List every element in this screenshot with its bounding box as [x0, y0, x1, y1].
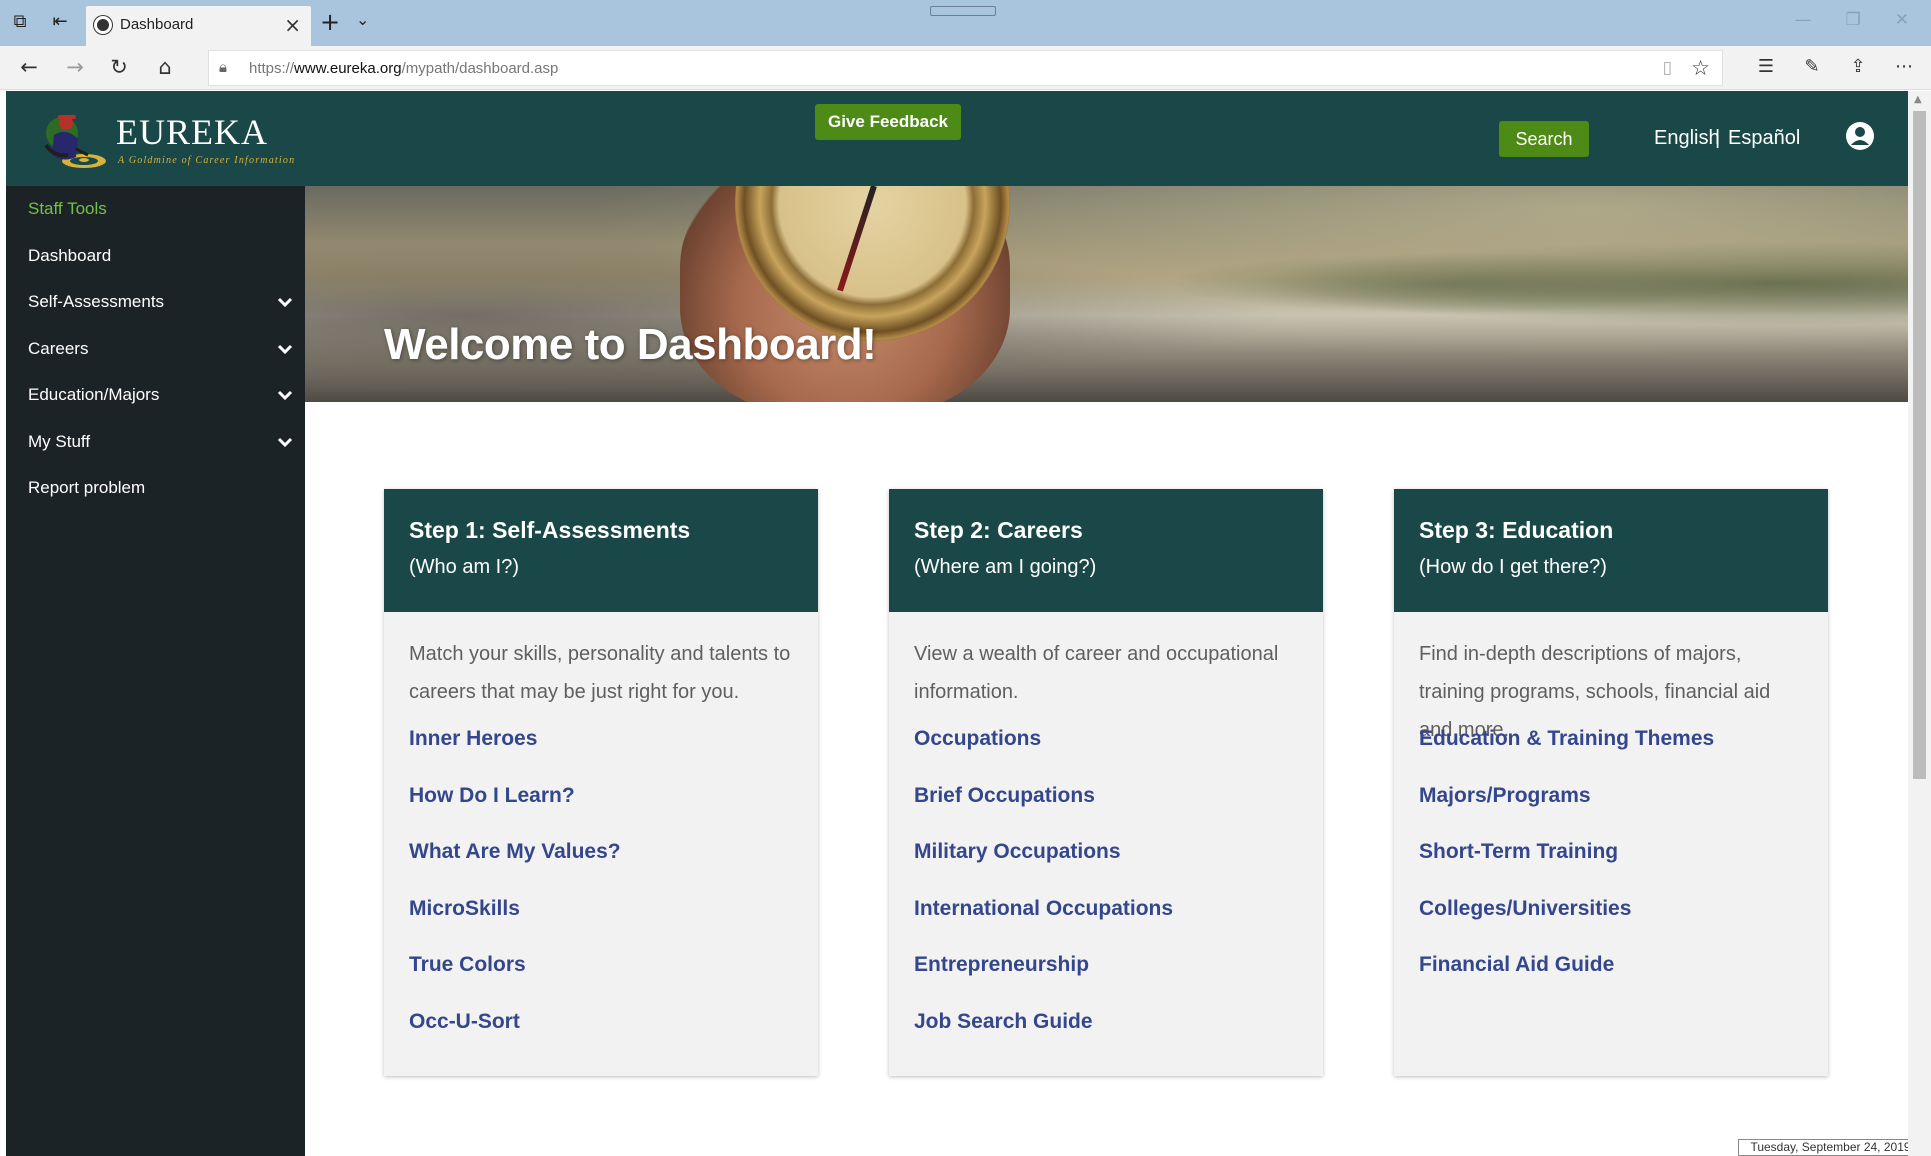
sidebar-item-label: Careers	[28, 339, 89, 358]
browser-tab-bar: ⧉ ⇤ Dashboard × + ⌄ — ❐ ✕	[0, 0, 1931, 46]
set-aside-tabs-icon[interactable]: ⇤	[46, 8, 74, 36]
sidebar-item-education-majors[interactable]: Education/Majors	[28, 380, 293, 410]
browser-nav-bar: ← → ↻ ⌂ 🔒︎ https://www.eureka.org/mypath…	[0, 46, 1931, 90]
link-occupations[interactable]: Occupations	[914, 727, 1041, 751]
link-what-are-my-values[interactable]: What Are My Values?	[409, 840, 621, 864]
home-icon[interactable]: ⌂	[150, 52, 180, 82]
sidebar-item-self-assessments[interactable]: Self-Assessments	[28, 287, 293, 317]
address-bar[interactable]: 🔒︎ https://www.eureka.org/mypath/dashboa…	[208, 50, 1723, 86]
link-colleges-universities[interactable]: Colleges/Universities	[1419, 897, 1631, 921]
sidebar-item-label: Staff Tools	[28, 199, 107, 218]
tab-title: Dashboard	[120, 16, 194, 33]
link-financial-aid-guide[interactable]: Financial Aid Guide	[1419, 953, 1614, 977]
refresh-icon[interactable]: ↻	[104, 52, 134, 82]
scroll-up-icon[interactable]: ▲	[1914, 94, 1922, 105]
card-subtitle: (Where am I going?)	[914, 556, 1097, 578]
hero-banner: Welcome to Dashboard!	[305, 186, 1908, 402]
chevron-down-icon	[277, 297, 293, 308]
user-account-icon[interactable]	[1845, 121, 1875, 151]
sidebar-item-label: My Stuff	[28, 432, 91, 451]
link-brief-occupations[interactable]: Brief Occupations	[914, 784, 1095, 808]
chevron-down-icon	[277, 437, 293, 448]
date-display: Tuesday, September 24, 2019	[1738, 1139, 1923, 1156]
link-majors-programs[interactable]: Majors/Programs	[1419, 784, 1591, 808]
link-microskills[interactable]: MicroSkills	[409, 897, 520, 921]
card-description: Match your skills, personality and talen…	[409, 643, 791, 703]
card-title: Step 2: Careers	[914, 517, 1083, 543]
card-description: View a wealth of career and occupational…	[914, 643, 1279, 703]
search-button[interactable]: Search	[1499, 121, 1589, 157]
chevron-down-icon	[277, 344, 293, 355]
window-drag-handle[interactable]	[930, 6, 996, 16]
step-card-education: Step 3: Education (How do I get there?) …	[1394, 489, 1828, 1076]
card-subtitle: (How do I get there?)	[1419, 556, 1607, 578]
sidebar-nav: Staff Tools Dashboard Self-Assessments C…	[6, 186, 305, 1156]
minimize-icon[interactable]: —	[1795, 10, 1812, 30]
back-arrow-icon[interactable]: ←	[14, 52, 44, 82]
share-icon[interactable]: ⇪	[1845, 54, 1871, 80]
tab-close-icon[interactable]: ×	[284, 13, 301, 37]
tab-actions-icon[interactable]: ⧉	[6, 8, 34, 36]
tab-list-chevron-icon[interactable]: ⌄	[356, 10, 369, 29]
sidebar-item-staff-tools[interactable]: Staff Tools	[28, 194, 293, 224]
prospector-logo-icon	[44, 115, 106, 168]
sidebar-item-dashboard[interactable]: Dashboard	[28, 241, 293, 271]
link-short-term-training[interactable]: Short-Term Training	[1419, 840, 1618, 864]
favorite-star-icon[interactable]: ☆	[1691, 56, 1710, 80]
give-feedback-button[interactable]: Give Feedback	[815, 104, 961, 140]
sidebar-item-my-stuff[interactable]: My Stuff	[28, 427, 293, 457]
step-card-self-assessments: Step 1: Self-Assessments (Who am I?) Mat…	[384, 489, 818, 1076]
sidebar-item-label: Report problem	[28, 478, 146, 497]
url-text: https://www.eureka.org/mypath/dashboard.…	[249, 60, 559, 77]
page-scrollbar[interactable]: ▲	[1908, 91, 1931, 1156]
scrollbar-thumb[interactable]	[1913, 111, 1926, 779]
card-header: Step 1: Self-Assessments (Who am I?)	[384, 489, 818, 612]
eureka-logo[interactable]: EUREKA A Goldmine of Career Information	[36, 105, 296, 171]
lock-icon: 🔒︎	[219, 58, 227, 76]
sidebar-item-label: Education/Majors	[28, 385, 160, 404]
reading-view-icon[interactable]: ▯	[1663, 58, 1672, 78]
language-english-link[interactable]: English	[1654, 127, 1720, 150]
site-favicon-icon	[94, 16, 112, 34]
pen-notes-icon[interactable]: ✎	[1799, 54, 1825, 80]
link-military-occupations[interactable]: Military Occupations	[914, 840, 1121, 864]
favorites-list-icon[interactable]: ☰	[1753, 54, 1779, 80]
forward-arrow-icon[interactable]: →	[60, 52, 90, 82]
link-job-search-guide[interactable]: Job Search Guide	[914, 1010, 1093, 1034]
card-title: Step 1: Self-Assessments	[409, 517, 691, 543]
sidebar-item-label: Dashboard	[28, 246, 112, 265]
link-true-colors[interactable]: True Colors	[409, 953, 526, 977]
link-education-training-themes[interactable]: Education & Training Themes	[1419, 727, 1714, 751]
card-subtitle: (Who am I?)	[409, 556, 520, 578]
card-header: Step 2: Careers (Where am I going?)	[889, 489, 1323, 612]
close-window-icon[interactable]: ✕	[1895, 10, 1909, 30]
logo-name: EUREKA	[116, 112, 268, 152]
language-separator: |	[1715, 127, 1721, 149]
link-inner-heroes[interactable]: Inner Heroes	[409, 727, 537, 751]
more-menu-icon[interactable]: ⋯	[1891, 54, 1917, 80]
chevron-down-icon	[277, 390, 293, 401]
card-title: Step 3: Education	[1419, 517, 1614, 543]
new-tab-icon[interactable]: +	[320, 8, 340, 36]
sidebar-item-careers[interactable]: Careers	[28, 334, 293, 364]
site-header: EUREKA A Goldmine of Career Information …	[6, 91, 1908, 186]
page-title: Welcome to Dashboard!	[384, 320, 877, 369]
sidebar-item-report-problem[interactable]: Report problem	[28, 473, 293, 503]
language-spanish-link[interactable]: Español	[1728, 127, 1800, 150]
link-occ-u-sort[interactable]: Occ-U-Sort	[409, 1010, 520, 1034]
logo-tagline: A Goldmine of Career Information	[118, 155, 296, 166]
link-international-occupations[interactable]: International Occupations	[914, 897, 1173, 921]
sidebar-item-label: Self-Assessments	[28, 292, 165, 311]
restore-icon[interactable]: ❐	[1846, 10, 1861, 30]
browser-tab-dashboard[interactable]: Dashboard ×	[86, 6, 311, 46]
step-card-careers: Step 2: Careers (Where am I going?) View…	[889, 489, 1323, 1076]
card-header: Step 3: Education (How do I get there?)	[1394, 489, 1828, 612]
link-how-do-i-learn[interactable]: How Do I Learn?	[409, 784, 575, 808]
link-entrepreneurship[interactable]: Entrepreneurship	[914, 953, 1089, 977]
